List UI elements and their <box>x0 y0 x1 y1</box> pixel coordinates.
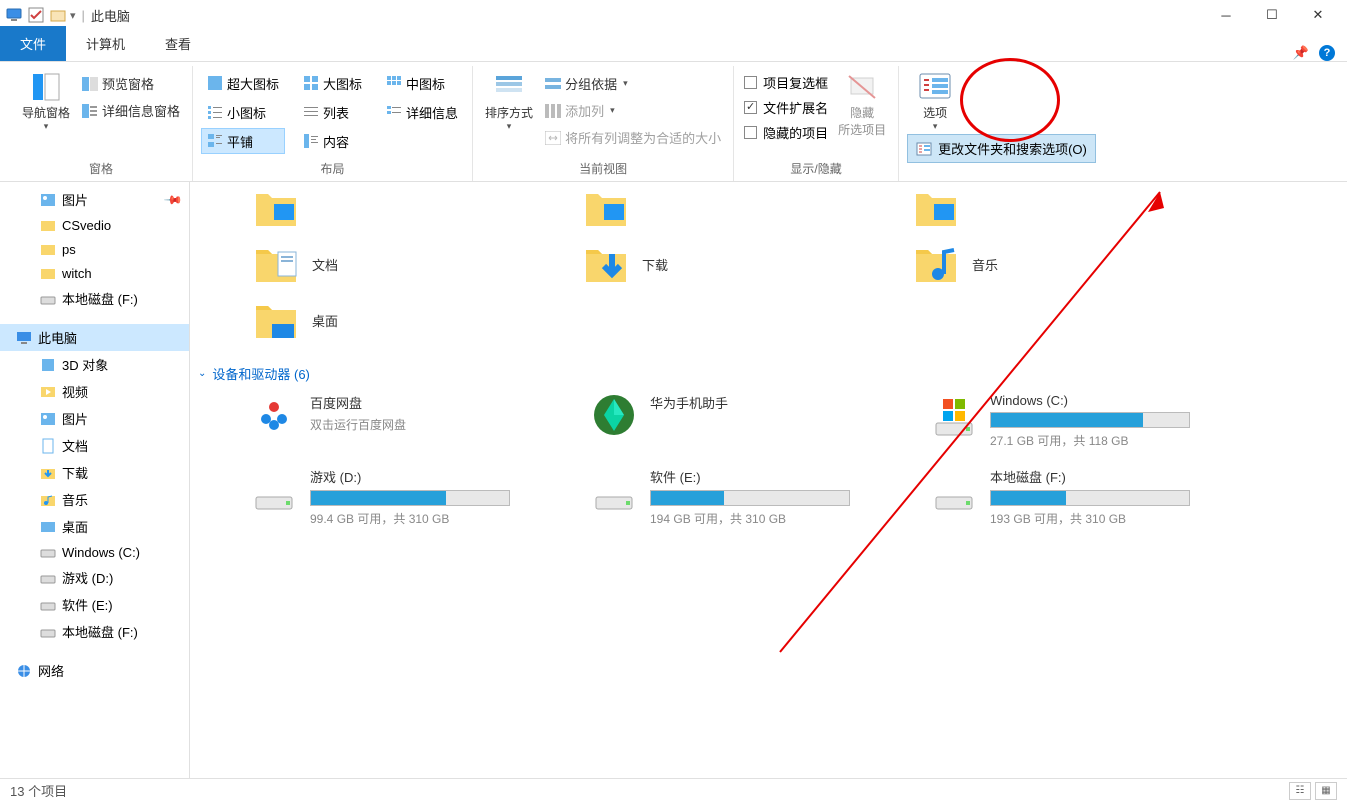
layout-option[interactable]: 超大图标 <box>201 70 285 96</box>
folder-tile[interactable] <box>580 182 860 234</box>
pin-ribbon-icon[interactable]: 📌 <box>1293 45 1309 61</box>
add-columns-button: 添加列▾ <box>541 99 725 122</box>
drive-tile[interactable]: 华为手机助手 <box>590 393 880 449</box>
nav-item[interactable]: 本地磁盘 (F:) <box>0 285 189 312</box>
nav-item[interactable]: CSvedio <box>0 213 189 237</box>
preview-pane-button[interactable]: 预览窗格 <box>78 72 184 95</box>
nav-item[interactable]: 此电脑 <box>0 324 189 351</box>
nav-item[interactable]: 软件 (E:) <box>0 591 189 618</box>
window-title: 此电脑 <box>91 6 130 25</box>
group-by-button[interactable]: 分组依据▾ <box>541 72 725 95</box>
folder-tile[interactable] <box>250 182 530 234</box>
layout-option[interactable]: 内容 <box>297 128 368 154</box>
nav-item[interactable]: 游戏 (D:) <box>0 564 189 591</box>
maximize-button[interactable]: ☐ <box>1249 0 1295 30</box>
ribbon-group-options: 选项▾ 更改文件夹和搜索选项(O) <box>899 66 1104 181</box>
layout-option[interactable]: 中图标 <box>380 70 464 96</box>
nav-item[interactable]: Windows (C:) <box>0 540 189 564</box>
hidden-items-toggle[interactable]: 隐藏的项目 <box>742 122 830 143</box>
status-bar: 13 个项目 ☷ ▦ <box>0 778 1347 802</box>
folder-tile[interactable]: 文档 <box>250 238 530 290</box>
details-pane-button[interactable]: 详细信息窗格 <box>78 99 184 122</box>
folder-tile[interactable]: 桌面 <box>250 294 530 346</box>
ribbon: 导航窗格▾ 预览窗格 详细信息窗格 窗格 超大图标大图标中图标小图标列表详细信息… <box>0 62 1347 182</box>
details-view-button[interactable]: ☷ <box>1289 782 1311 800</box>
content-area[interactable]: 文档下载音乐 桌面 ⌄ 设备和驱动器 (6) 百度网盘双击运行百度网盘华为手机助… <box>190 182 1347 778</box>
sort-button[interactable]: 排序方式▾ <box>481 70 537 154</box>
folder-tile[interactable]: 下载 <box>580 238 860 290</box>
nav-item[interactable]: 网络 <box>0 657 189 684</box>
folder-tile[interactable]: 音乐 <box>910 238 1190 290</box>
divider: | <box>82 8 85 23</box>
drive-tile[interactable]: 游戏 (D:)99.4 GB 可用，共 310 GB <box>250 467 540 527</box>
layout-option[interactable]: 小图标 <box>201 99 285 125</box>
qat-dropdown-icon[interactable]: ▾ <box>70 9 76 22</box>
nav-item[interactable]: 本地磁盘 (F:) <box>0 618 189 645</box>
hide-selected-button: 隐藏 所选项目 <box>834 70 890 154</box>
tab-view[interactable]: 查看 <box>145 26 211 61</box>
group-header-devices[interactable]: ⌄ 设备和驱动器 (6) <box>198 364 1327 383</box>
layout-option[interactable]: 平铺 <box>201 128 285 154</box>
change-folder-search-options[interactable]: 更改文件夹和搜索选项(O) <box>907 134 1096 163</box>
qat-save-icon[interactable] <box>28 7 44 23</box>
drive-tile[interactable]: Windows (C:)27.1 GB 可用，共 118 GB <box>930 393 1220 449</box>
nav-item[interactable]: 文档 <box>0 432 189 459</box>
chevron-down-icon: ⌄ <box>198 368 206 379</box>
qat-folder-icon[interactable] <box>50 7 66 23</box>
nav-tree[interactable]: 图片📌CSvediopswitch本地磁盘 (F:)此电脑3D 对象视频图片文档… <box>0 182 190 778</box>
tab-file[interactable]: 文件 <box>0 26 66 61</box>
layout-option[interactable]: 详细信息 <box>380 99 464 125</box>
item-count: 13 个项目 <box>10 781 67 800</box>
nav-item[interactable]: ps <box>0 237 189 261</box>
nav-item[interactable]: 图片📌 <box>0 186 189 213</box>
ribbon-group-layout: 超大图标大图标中图标小图标列表详细信息平铺内容 布局 <box>193 66 473 181</box>
nav-item[interactable]: 3D 对象 <box>0 351 189 378</box>
autosize-columns-button: 将所有列调整为合适的大小 <box>541 126 725 149</box>
nav-item[interactable]: witch <box>0 261 189 285</box>
ribbon-group-panes: 导航窗格▾ 预览窗格 详细信息窗格 窗格 <box>10 66 193 181</box>
drive-tile[interactable]: 百度网盘双击运行百度网盘 <box>250 393 540 449</box>
item-checkboxes-toggle[interactable]: 项目复选框 <box>742 72 830 93</box>
nav-item[interactable]: 音乐 <box>0 486 189 513</box>
drive-tile[interactable]: 软件 (E:)194 GB 可用，共 310 GB <box>590 467 880 527</box>
drive-tile[interactable]: 本地磁盘 (F:)193 GB 可用，共 310 GB <box>930 467 1220 527</box>
nav-pane-button[interactable]: 导航窗格▾ <box>18 70 74 154</box>
close-button[interactable]: ✕ <box>1295 0 1341 30</box>
ribbon-group-showhide: 项目复选框 文件扩展名 隐藏的项目 隐藏 所选项目 显示/隐藏 <box>734 66 899 181</box>
file-extensions-toggle[interactable]: 文件扩展名 <box>742 97 830 118</box>
help-icon[interactable]: ? <box>1319 45 1335 61</box>
nav-item[interactable]: 下载 <box>0 459 189 486</box>
ribbon-tabs: 文件 计算机 查看 📌 ? <box>0 30 1347 62</box>
folder-tile[interactable] <box>910 182 1190 234</box>
icons-view-button[interactable]: ▦ <box>1315 782 1337 800</box>
tab-computer[interactable]: 计算机 <box>66 26 145 61</box>
options-button[interactable]: 选项▾ <box>907 70 963 132</box>
main-pane: 图片📌CSvediopswitch本地磁盘 (F:)此电脑3D 对象视频图片文档… <box>0 182 1347 778</box>
minimize-button[interactable]: ─ <box>1203 0 1249 30</box>
layout-option[interactable]: 大图标 <box>297 70 368 96</box>
nav-item[interactable]: 图片 <box>0 405 189 432</box>
computer-icon <box>6 7 22 23</box>
nav-item[interactable]: 桌面 <box>0 513 189 540</box>
layout-option[interactable]: 列表 <box>297 99 368 125</box>
nav-item[interactable]: 视频 <box>0 378 189 405</box>
ribbon-group-currentview: 排序方式▾ 分组依据▾ 添加列▾ 将所有列调整为合适的大小 当前视图 <box>473 66 734 181</box>
